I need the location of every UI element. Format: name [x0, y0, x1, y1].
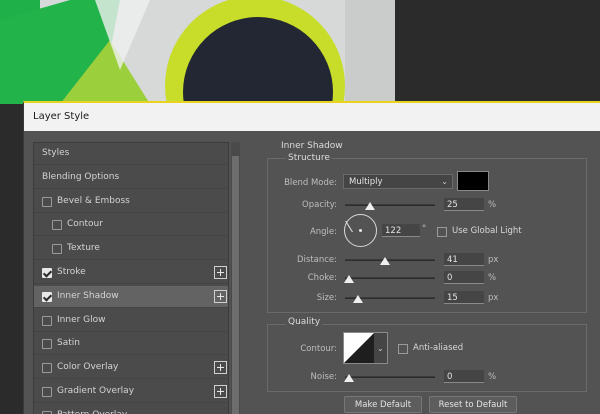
anti-aliased-label: Anti-aliased: [413, 343, 464, 353]
satin-checkbox[interactable]: [42, 339, 52, 350]
quality-title: Quality: [286, 317, 323, 327]
opacity-slider-handle[interactable]: [365, 202, 375, 210]
noise-unit: %: [488, 372, 497, 382]
style-item-label: Inner Glow: [57, 314, 106, 325]
texture-checkbox[interactable]: [52, 244, 62, 255]
choke-input[interactable]: 0: [444, 271, 484, 284]
distance-unit: px: [488, 255, 499, 265]
make-default-button[interactable]: Make Default: [344, 396, 422, 413]
opacity-label: Opacity:: [302, 200, 337, 210]
distance-slider-handle[interactable]: [380, 257, 390, 265]
style-item-inner-shadow[interactable]: Inner Shadow: [34, 285, 228, 308]
opacity-unit: %: [488, 200, 497, 210]
noise-label: Noise:: [310, 372, 337, 382]
dialog-title: Layer Style: [33, 111, 90, 122]
opacity-input[interactable]: 25: [444, 198, 484, 211]
styles-list: Styles Blending Options Bevel & Emboss Cont…: [33, 142, 229, 414]
noise-slider-track[interactable]: [345, 376, 435, 378]
choke-unit: %: [488, 273, 497, 283]
distance-input[interactable]: 41: [444, 253, 484, 266]
style-item-bevel-emboss[interactable]: Bevel & Emboss: [34, 191, 228, 213]
style-item-styles[interactable]: Styles: [34, 143, 228, 165]
contour-label: Contour:: [300, 344, 337, 354]
blend-mode-label: Blend Mode:: [284, 178, 337, 188]
style-item-label: Pattern Overlay: [57, 410, 127, 414]
bevel-emboss-checkbox[interactable]: [42, 196, 52, 207]
choke-slider-handle[interactable]: [344, 275, 354, 283]
angle-dial[interactable]: [344, 214, 377, 247]
scrollbar-thumb[interactable]: [232, 156, 239, 414]
inner-glow-checkbox[interactable]: [42, 315, 52, 326]
size-unit: px: [488, 293, 499, 303]
style-item-color-overlay[interactable]: Color Overlay: [34, 357, 228, 380]
style-item-label: Inner Shadow: [57, 290, 119, 301]
style-item-label: Satin: [57, 338, 80, 349]
style-item-label: Blending Options: [42, 171, 120, 182]
angle-unit: °: [422, 224, 427, 234]
style-item-texture[interactable]: Texture: [34, 238, 228, 261]
layer-style-dialog: Layer Style Styles Blending Options Bevel …: [23, 101, 600, 414]
distance-slider-track[interactable]: [345, 259, 435, 261]
opacity-slider-track[interactable]: [345, 204, 435, 206]
style-item-label: Contour: [67, 219, 103, 230]
size-slider-handle[interactable]: [353, 295, 363, 303]
chevron-down-icon: ⌄: [441, 177, 448, 186]
choke-slider-track[interactable]: [345, 277, 435, 279]
style-item-label: Stroke: [57, 267, 86, 277]
style-item-gradient-overlay[interactable]: Gradient Overlay: [34, 381, 228, 403]
contour-checkbox[interactable]: [52, 220, 62, 231]
choke-label: Choke:: [307, 273, 337, 283]
reset-to-default-button[interactable]: Reset to Default: [429, 396, 517, 413]
angle-dial-center: [359, 229, 362, 232]
noise-slider-handle[interactable]: [344, 374, 354, 382]
style-item-stroke[interactable]: Stroke: [34, 262, 228, 284]
style-item-label: Bevel & Emboss: [57, 195, 130, 206]
angle-input[interactable]: 122: [382, 224, 420, 237]
blend-mode-value: Multiply: [349, 177, 383, 187]
style-item-label: Texture: [67, 243, 100, 254]
add-color-overlay-icon[interactable]: [214, 361, 227, 375]
inner-shadow-checkbox[interactable]: [42, 291, 52, 302]
angle-label: Angle:: [309, 227, 337, 237]
distance-label: Distance:: [296, 255, 337, 265]
canvas-artwork: [0, 0, 600, 104]
contour-preview-icon: [344, 333, 374, 363]
dialog-titlebar[interactable]: Layer Style: [24, 103, 600, 131]
gradient-overlay-checkbox[interactable]: [42, 387, 52, 397]
style-item-inner-glow[interactable]: Inner Glow: [34, 310, 228, 332]
style-item-label: Styles: [42, 148, 70, 158]
contour-picker[interactable]: ⌄: [343, 332, 388, 364]
add-inner-shadow-icon[interactable]: [214, 289, 227, 303]
blend-mode-select[interactable]: Multiply ⌄: [343, 174, 453, 189]
style-item-satin[interactable]: Satin: [34, 333, 228, 356]
noise-input[interactable]: 0: [444, 370, 484, 383]
style-item-label: Gradient Overlay: [57, 386, 135, 396]
color-overlay-checkbox[interactable]: [42, 363, 52, 374]
shadow-color-swatch[interactable]: [457, 171, 489, 191]
use-global-light-label: Use Global Light: [452, 226, 522, 236]
style-item-blending-options[interactable]: Blending Options: [34, 167, 228, 189]
chevron-down-icon: ⌄: [377, 344, 384, 353]
stroke-checkbox[interactable]: [42, 268, 52, 278]
anti-aliased-checkbox[interactable]: [398, 344, 408, 354]
style-item-label: Color Overlay: [57, 362, 119, 373]
use-global-light-checkbox[interactable]: [437, 227, 447, 237]
style-item-contour[interactable]: Contour: [34, 214, 228, 237]
structure-title: Structure: [286, 153, 332, 163]
add-stroke-icon[interactable]: [214, 266, 227, 279]
size-label: Size:: [316, 293, 337, 303]
angle-dial-needle: [345, 220, 353, 233]
inner-shadow-title: Inner Shadow: [281, 141, 343, 151]
style-item-pattern-overlay[interactable]: Pattern Overlay: [34, 405, 228, 414]
add-gradient-overlay-icon[interactable]: [214, 385, 227, 398]
styles-list-scrollbar[interactable]: [231, 142, 240, 414]
size-input[interactable]: 15: [444, 291, 484, 304]
